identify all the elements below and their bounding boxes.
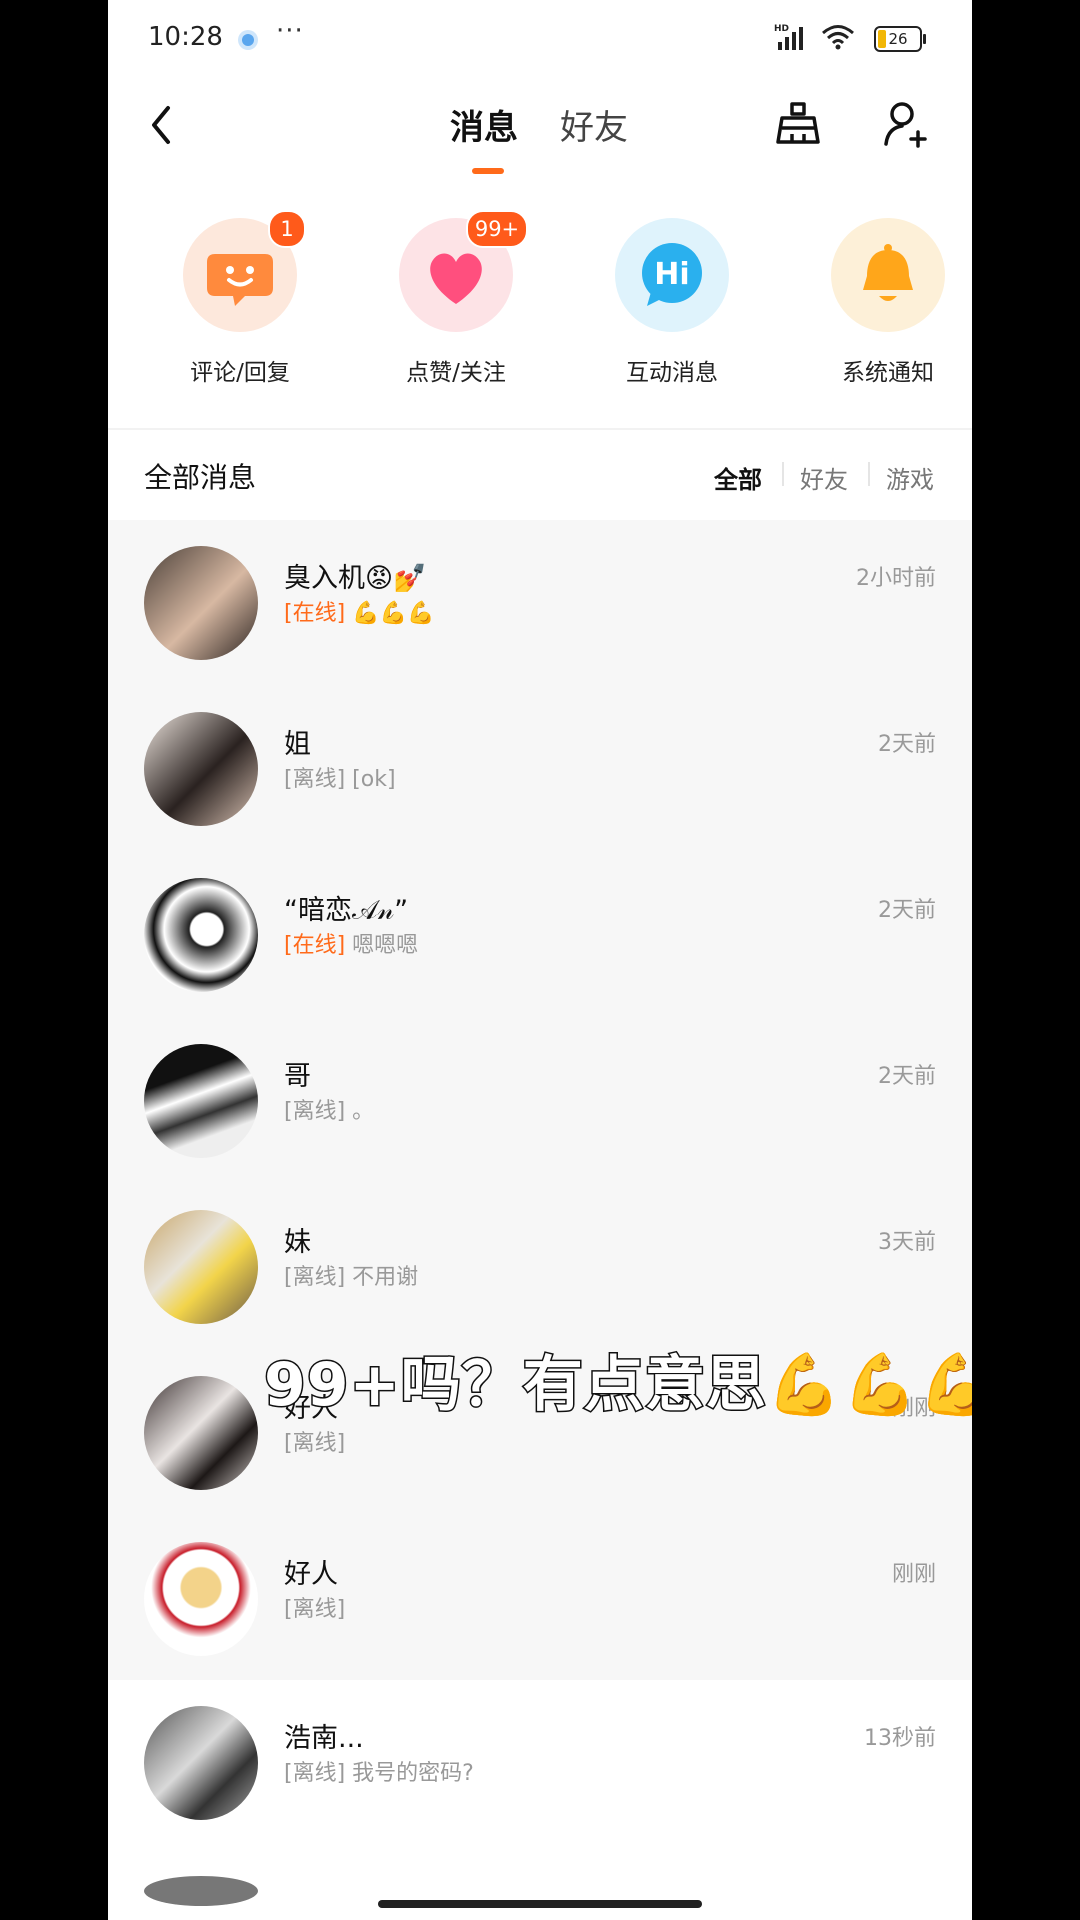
message-preview: [在线] 嗯嗯嗯 <box>284 933 419 958</box>
message-preview: [离线] 我号的密码? <box>284 1761 474 1786</box>
avatar <box>144 546 258 660</box>
system-icon-circle <box>831 218 945 332</box>
bell-icon <box>863 244 913 301</box>
message-preview: [离线] <box>284 1431 346 1456</box>
tab-friends[interactable]: 好友 <box>560 100 628 149</box>
contact-name: 妹 <box>284 1227 311 1258</box>
video-caption-overlay: 99+吗？有点意思💪💪💪 <box>263 1349 972 1422</box>
filter-games[interactable]: 游戏 <box>886 460 934 495</box>
top-nav: 消息 好友 <box>108 78 972 178</box>
add-friend-icon[interactable] <box>880 98 932 150</box>
message-list-continued: 浩南... [离线] 我号的密码? 13秒前 <box>108 1680 972 1920</box>
quick-action-comments[interactable]: 1 评论/回复 <box>158 205 318 386</box>
signal-icon: HD <box>774 24 803 50</box>
message-time: 3天前 <box>878 1230 936 1255</box>
avatar <box>144 878 258 992</box>
message-row[interactable]: 好人 [离线] 刚刚 <box>108 1516 972 1682</box>
hi-bubble-icon: Hi <box>642 243 702 306</box>
all-messages-header: 全部消息 全部 好友 游戏 <box>108 430 972 520</box>
avatar <box>144 1542 258 1656</box>
contact-name: 浩南... <box>284 1723 364 1754</box>
clear-broom-icon[interactable] <box>772 98 824 150</box>
filter-friends[interactable]: 好友 <box>800 460 848 495</box>
contact-name: “暗恋𝒜𝓃” <box>284 895 409 926</box>
quick-action-interactions[interactable]: Hi 互动消息 <box>590 205 750 386</box>
svg-text:Hi: Hi <box>654 257 689 292</box>
message-row[interactable]: 姐 [离线] [ok] 2天前 <box>108 686 972 852</box>
message-preview: [在线] 💪💪💪 <box>284 601 435 626</box>
avatar <box>144 1044 258 1158</box>
message-preview: [离线] <box>284 1597 346 1622</box>
message-time: 刚刚 <box>891 1562 936 1587</box>
message-row[interactable]: 哥 [离线] 。 2天前 <box>108 1018 972 1184</box>
contact-name: 姐 <box>284 729 311 760</box>
comments-badge: 1 <box>268 210 306 248</box>
home-indicator[interactable] <box>378 1900 702 1908</box>
avatar <box>144 1376 258 1490</box>
more-status-dots: ··· <box>276 16 304 46</box>
back-arrow-icon[interactable] <box>142 100 182 150</box>
filter-separator <box>868 462 870 486</box>
contact-name: 哥 <box>284 1061 311 1092</box>
battery-icon: 26 <box>874 26 926 52</box>
quick-action-system[interactable]: 系统通知 <box>806 205 966 386</box>
message-preview: [离线] 。 <box>284 1099 375 1124</box>
avatar <box>144 1210 258 1324</box>
filter-all[interactable]: 全部 <box>714 460 762 495</box>
filter-separator <box>782 462 784 486</box>
message-list: 臭入机😡💅 [在线] 💪💪💪 2小时前 姐 [离线] [ok] 2天前 “暗恋𝒜… <box>108 520 972 1680</box>
message-row[interactable]: 浩南... [离线] 我号的密码? 13秒前 <box>108 1680 972 1846</box>
system-label: 系统通知 <box>842 360 934 386</box>
message-row[interactable]: 妹 [离线] 不用谢 3天前 <box>108 1184 972 1350</box>
message-row[interactable]: “暗恋𝒜𝓃” [在线] 嗯嗯嗯 2天前 <box>108 852 972 1018</box>
contact-name: 好人 <box>284 1559 338 1590</box>
message-time: 2天前 <box>878 898 936 923</box>
tab-messages[interactable]: 消息 <box>450 100 518 149</box>
message-time: 2天前 <box>878 1064 936 1089</box>
likes-label: 点赞/关注 <box>406 360 506 386</box>
section-title: 全部消息 <box>144 461 257 494</box>
interactions-label: 互动消息 <box>626 360 718 386</box>
message-preview: [离线] [ok] <box>284 767 396 792</box>
status-time: 10:28 <box>148 22 223 52</box>
svg-text:HD: HD <box>774 24 789 34</box>
likes-badge: 99+ <box>466 210 528 248</box>
active-tab-indicator <box>472 168 504 174</box>
message-time: 2天前 <box>878 732 936 757</box>
message-row[interactable]: 臭入机😡💅 [在线] 💪💪💪 2小时前 <box>108 520 972 686</box>
message-time: 2小时前 <box>856 566 936 591</box>
avatar <box>144 1876 258 1906</box>
app-screen: 10:28 ··· HD 26 消息 好友 1 评论/回复 99+ 点赞/关注 … <box>108 0 972 1920</box>
message-time: 13秒前 <box>864 1726 936 1751</box>
app-status-icon <box>238 30 258 50</box>
interactions-icon-circle: Hi <box>615 218 729 332</box>
wifi-icon <box>822 25 854 50</box>
message-preview: [离线] 不用谢 <box>284 1265 419 1290</box>
comments-label: 评论/回复 <box>190 360 290 386</box>
contact-name: 臭入机😡💅 <box>284 563 427 594</box>
avatar <box>144 1706 258 1820</box>
quick-action-likes[interactable]: 99+ 点赞/关注 <box>374 205 534 386</box>
status-bar: 10:28 ··· HD 26 <box>108 0 972 78</box>
avatar <box>144 712 258 826</box>
quick-actions: 1 评论/回复 99+ 点赞/关注 Hi 互动消息 系统通知 <box>108 205 972 386</box>
